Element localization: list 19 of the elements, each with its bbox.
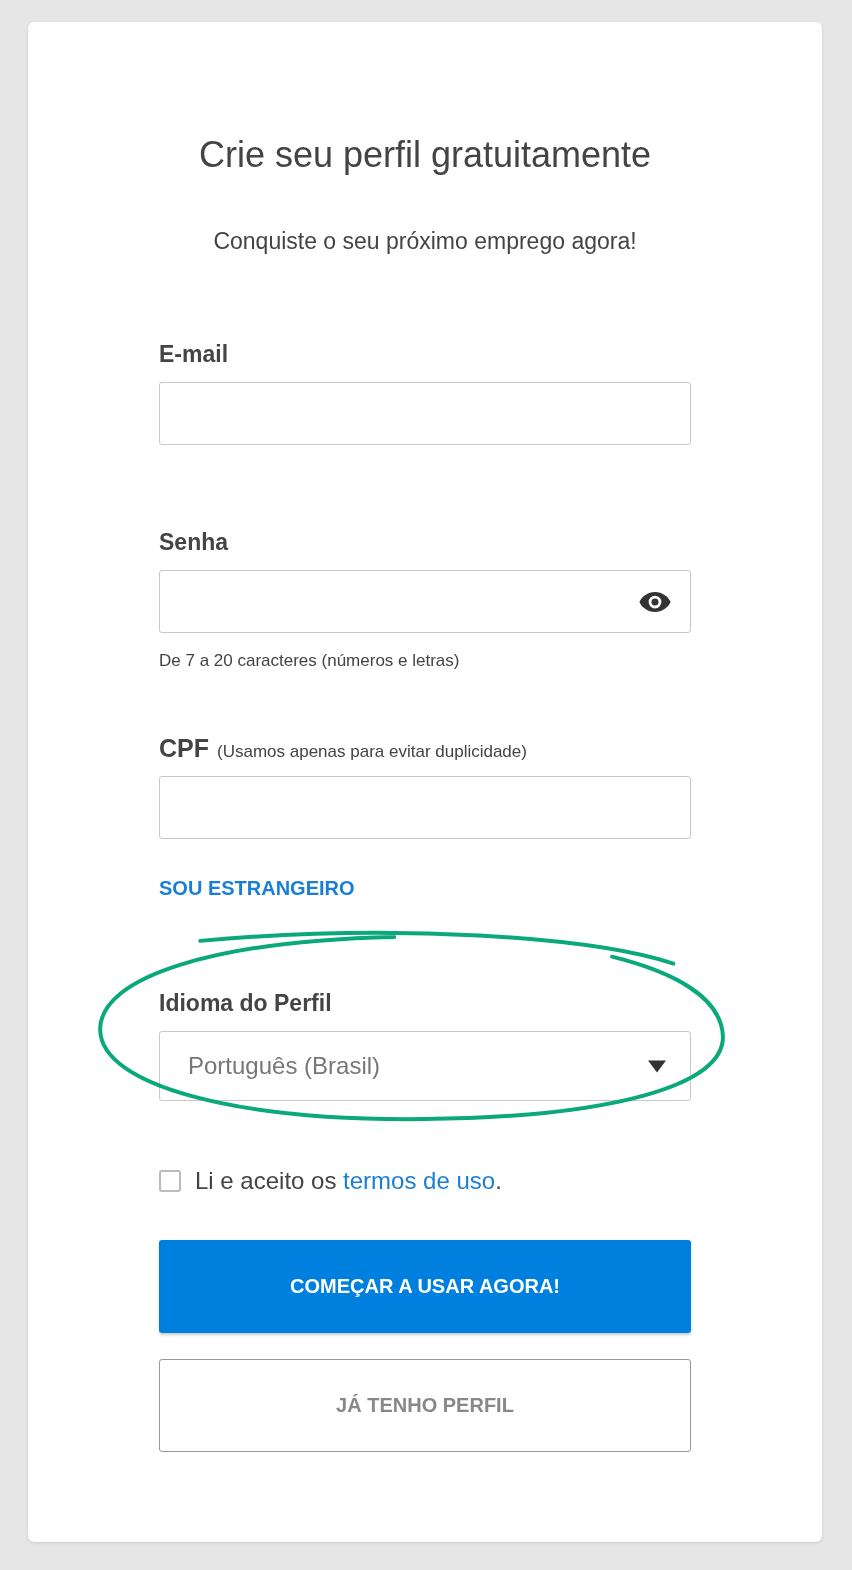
caret-icon	[648, 1059, 666, 1073]
input-field[interactable]	[159, 776, 691, 839]
form-subtitle: Conquiste o seu próximo emprego agora!	[212, 227, 638, 256]
language-select[interactable]: Português (Brasil)	[159, 1031, 691, 1101]
terms-checkbox[interactable]	[159, 1170, 181, 1192]
start-button[interactable]: COMEÇAR A USAR AGORA!	[159, 1240, 691, 1333]
foreigner-link[interactable]: SOU ESTRANGEIRO	[159, 877, 355, 900]
field-note: (Usamos apenas para evitar duplicidade)	[217, 742, 527, 762]
field-hint: De 7 a 20 caracteres (números e letras)	[159, 651, 461, 671]
terms-text: Li e aceito os termos de uso.	[195, 1167, 502, 1195]
login-button[interactable]: JÁ TENHO PERFIL	[159, 1359, 691, 1452]
field-label: E-mail	[159, 340, 229, 369]
input-field[interactable]	[159, 382, 691, 445]
field-label: CPF	[159, 733, 209, 763]
field-label: Idioma do Perfil	[159, 989, 333, 1018]
terms-link[interactable]: termos de uso	[343, 1167, 496, 1194]
form-title: Crie seu perfil gratuitamente	[197, 133, 653, 177]
field-label: Senha	[159, 528, 229, 557]
input-field[interactable]	[159, 570, 691, 633]
